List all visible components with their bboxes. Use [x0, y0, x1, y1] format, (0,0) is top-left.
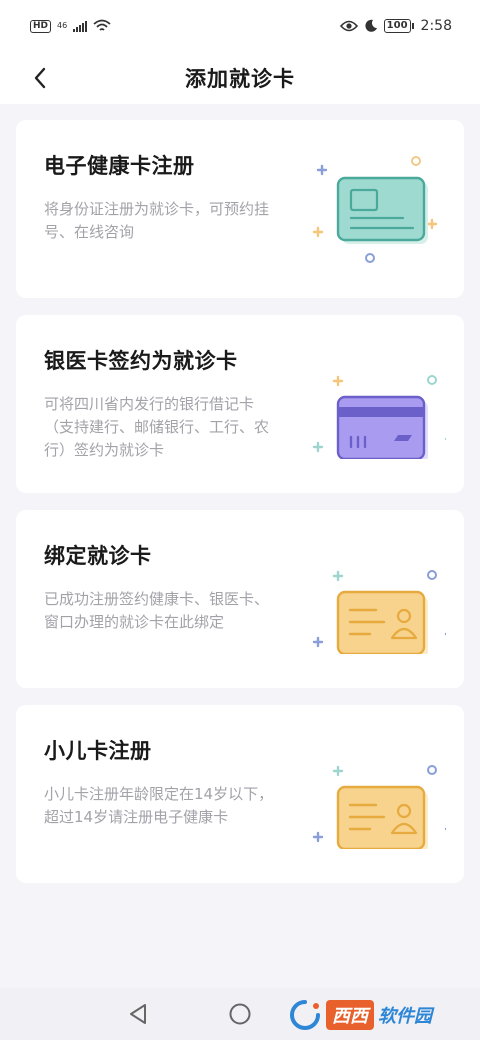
status-right: 100 2:58 [339, 18, 452, 34]
card-bank-sign[interactable]: 银医卡签约为就诊卡 可将四川省内发行的银行借记卡（支持建行、邮储银行、工行、农行… [16, 315, 464, 493]
card-child-register[interactable]: 小儿卡注册 小儿卡注册年龄限定在14岁以下，超过14岁请注册电子健康卡 [16, 705, 464, 883]
page-title: 添加就诊卡 [185, 67, 295, 91]
card-title: 银医卡签约为就诊卡 [44, 349, 238, 373]
card-health-register[interactable]: 电子健康卡注册 将身份证注册为就诊卡，可预约挂号、在线咨询 [16, 120, 464, 298]
status-bar: HD 46 100 2:58 [0, 0, 480, 52]
network-type: 46 [57, 21, 68, 30]
watermark-logo-icon [290, 1000, 320, 1030]
id-card-icon [312, 765, 446, 849]
signal-icon [73, 20, 88, 32]
id-card-icon [312, 570, 446, 654]
hd-indicator: HD [30, 19, 52, 33]
system-nav-bar: 西西 软件园 [0, 988, 480, 1040]
nav-bar: 添加就诊卡 [0, 52, 480, 104]
nav-home-button[interactable] [226, 1000, 254, 1028]
card-description: 已成功注册签约健康卡、银医卡、窗口办理的就诊卡在此绑定 [44, 590, 270, 631]
triangle-back-icon [130, 1004, 146, 1024]
card-description: 可将四川省内发行的银行借记卡（支持建行、邮储银行、工行、农行）签约为就诊卡 [44, 395, 270, 459]
eye-icon [339, 20, 358, 32]
health-card-icon [312, 156, 438, 263]
nav-back-button[interactable] [124, 1000, 152, 1028]
wifi-icon [93, 19, 111, 31]
moon-icon [365, 19, 377, 32]
bank-card-icon [312, 375, 446, 459]
watermark-brand: 西西 [326, 1000, 374, 1030]
status-left: HD 46 [30, 19, 111, 33]
card-description: 小儿卡注册年龄限定在14岁以下，超过14岁请注册电子健康卡 [44, 785, 274, 826]
card-description: 将身份证注册为就诊卡，可预约挂号、在线咨询 [44, 200, 270, 241]
watermark-logo: 西西 软件园 [288, 996, 460, 1034]
chevron-left-icon [34, 67, 46, 89]
card-title: 电子健康卡注册 [44, 154, 195, 178]
back-button[interactable] [22, 60, 58, 96]
watermark-sub: 软件园 [378, 1006, 432, 1027]
card-bind[interactable]: 绑定就诊卡 已成功注册签约健康卡、银医卡、窗口办理的就诊卡在此绑定 [16, 510, 464, 688]
battery-indicator: 100 [383, 19, 414, 33]
circle-home-icon [229, 1003, 251, 1025]
card-title: 小儿卡注册 [44, 739, 152, 763]
clock: 2:58 [420, 18, 452, 34]
card-title: 绑定就诊卡 [44, 544, 152, 568]
